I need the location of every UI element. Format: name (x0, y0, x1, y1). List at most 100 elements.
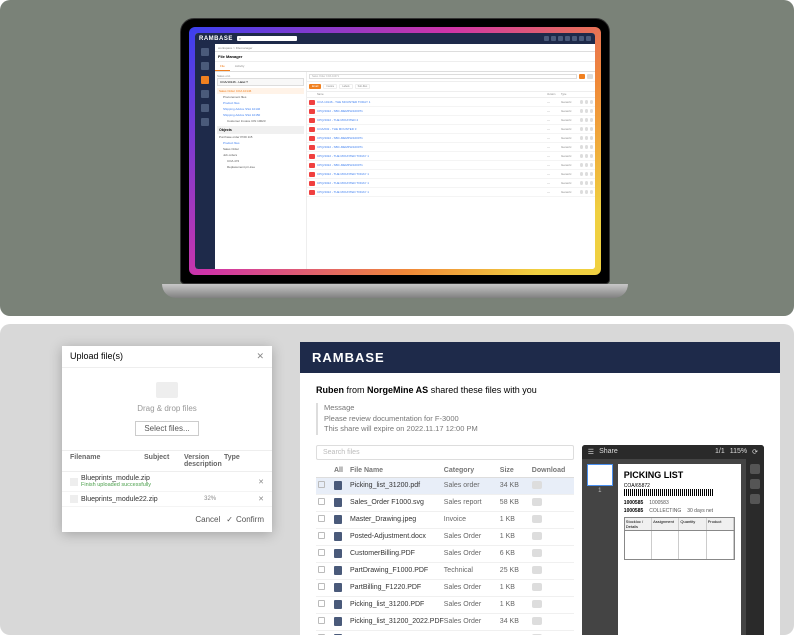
action-icon[interactable] (585, 145, 589, 149)
action-icon[interactable] (585, 163, 589, 167)
nav-boxes-icon[interactable] (201, 90, 209, 98)
file-row[interactable]: CPQ/4322 - SBC-MEMPH/100071—Generic (307, 107, 595, 116)
action-icon[interactable] (585, 154, 589, 158)
action-icon[interactable] (580, 145, 584, 149)
nav-find-icon[interactable] (201, 48, 209, 56)
object-item[interactable]: Replacement pri-tree (217, 164, 304, 170)
file-row[interactable]: CPQ/4322 - THE MOUNTED TODAY 1—Generic (307, 170, 595, 179)
action-icon[interactable] (585, 109, 589, 113)
file-row[interactable]: CPQ/4322 - THE MOUNTED TODAY 1—Generic (307, 188, 595, 197)
action-icon[interactable] (590, 118, 594, 122)
tab-file[interactable]: File (215, 62, 230, 71)
action-icon[interactable] (585, 100, 589, 104)
confirm-button[interactable]: ✓ Confirm (226, 515, 264, 524)
col-version[interactable]: Version (547, 93, 561, 96)
file-row[interactable]: COA/032 - THE MOUNTED 3—Generic (307, 125, 595, 134)
remove-icon[interactable]: ✕ (258, 478, 264, 486)
close-icon[interactable]: ✕ (256, 351, 264, 362)
action-icon[interactable] (590, 163, 594, 167)
col-category[interactable]: Category (444, 467, 500, 474)
action-icon[interactable] (590, 145, 594, 149)
download-icon[interactable] (532, 532, 542, 540)
checkbox[interactable] (318, 498, 325, 505)
download-icon[interactable] (532, 617, 542, 625)
download-icon[interactable] (750, 464, 760, 474)
action-icon[interactable] (580, 127, 584, 131)
share-file-row[interactable]: Picking_list_31200_2022.PDFSales Order34… (316, 614, 574, 631)
checkbox[interactable] (318, 566, 325, 573)
tree-object-select[interactable]: COA/10146 - Hatel T (217, 78, 304, 86)
action-icon[interactable] (585, 172, 589, 176)
checkbox[interactable] (318, 549, 325, 556)
chip-sub-files[interactable]: Sub-files (355, 84, 371, 89)
checkbox[interactable] (318, 481, 325, 488)
action-icon[interactable] (585, 136, 589, 140)
action-icon[interactable] (580, 118, 584, 122)
download-icon[interactable] (532, 481, 542, 489)
action-icon[interactable] (590, 109, 594, 113)
tree-item[interactable]: Customer Invoice CIN 10023 (217, 118, 304, 124)
file-row[interactable]: CPQ/4322 - THE MOUNTED TODAY 1—Generic (307, 152, 595, 161)
print-icon[interactable] (750, 479, 760, 489)
action-icon[interactable] (580, 109, 584, 113)
header-icon[interactable] (551, 36, 556, 41)
action-icon[interactable] (590, 181, 594, 185)
download-icon[interactable] (532, 600, 542, 608)
action-icon[interactable] (580, 100, 584, 104)
chip-labels[interactable]: Labels (339, 84, 352, 89)
tab-activity[interactable]: Activity (230, 62, 250, 71)
share-file-row[interactable]: Master_Drawing.jpegInvoice1 KB (316, 512, 574, 529)
action-icon[interactable] (580, 136, 584, 140)
col-filename[interactable]: File Name (350, 467, 444, 474)
global-search[interactable]: ⌕ (237, 36, 297, 41)
file-row[interactable]: COA 10146 - THE MOUNTED TODAY 1—Generic (307, 98, 595, 107)
action-icon[interactable] (580, 154, 584, 158)
action-icon[interactable] (590, 100, 594, 104)
share-file-row[interactable]: Picking_list_31200.pdfSales order34 KB (316, 478, 574, 495)
share-file-row[interactable]: ShippingAdvice_F1000.PDFSales Order1 KB (316, 631, 574, 635)
file-row[interactable]: CPQ/4322 - SBC-MEMPH/100071—Generic (307, 143, 595, 152)
action-icon[interactable] (590, 127, 594, 131)
col-name[interactable]: Name (317, 93, 547, 96)
header-icon[interactable] (579, 36, 584, 41)
share-file-row[interactable]: Picking_list_31200.PDFSales Order1 KB (316, 597, 574, 614)
file-row[interactable]: CPQ/4322 - SBC-MEMPH/100071—Generic (307, 161, 595, 170)
nav-cart-icon[interactable] (201, 62, 209, 70)
header-icon[interactable] (558, 36, 563, 41)
action-icon[interactable] (590, 154, 594, 158)
col-all[interactable]: All (334, 467, 350, 474)
checkbox[interactable] (318, 583, 325, 590)
checkbox[interactable] (318, 515, 325, 522)
share-search-input[interactable]: Search files (316, 445, 574, 460)
filter-button[interactable] (579, 74, 585, 79)
action-icon[interactable] (585, 181, 589, 185)
nav-tools-icon[interactable] (201, 118, 209, 126)
download-icon[interactable] (532, 549, 542, 557)
share-file-row[interactable]: Sales_Order F1000.svgSales report58 KB (316, 495, 574, 512)
download-icon[interactable] (532, 566, 542, 574)
page-thumbnail[interactable] (587, 464, 613, 486)
checkbox[interactable] (318, 600, 325, 607)
drop-zone[interactable]: Drag & drop files Select files... (62, 368, 272, 450)
nav-settings-icon[interactable] (201, 104, 209, 112)
download-icon[interactable] (532, 498, 542, 506)
download-icon[interactable] (532, 515, 542, 523)
share-label[interactable]: Share (599, 448, 618, 455)
file-row[interactable]: CPQ/4322 - SBC-MEMPH/100071—Generic (307, 134, 595, 143)
more-icon[interactable] (750, 494, 760, 504)
action-icon[interactable] (585, 118, 589, 122)
nav-files-icon[interactable] (201, 76, 209, 84)
action-icon[interactable] (580, 163, 584, 167)
action-icon[interactable] (585, 127, 589, 131)
header-icon[interactable] (565, 36, 570, 41)
cancel-button[interactable]: Cancel (195, 515, 220, 524)
col-type[interactable]: Type (561, 93, 575, 96)
download-icon[interactable] (532, 583, 542, 591)
action-icon[interactable] (580, 190, 584, 194)
share-file-row[interactable]: Posted-Adjustment.docxSales Order1 KB (316, 529, 574, 546)
share-file-row[interactable]: PartDrawing_F1000.PDFTechnical25 KB (316, 563, 574, 580)
checkbox[interactable] (318, 617, 325, 624)
header-icon[interactable] (544, 36, 549, 41)
checkbox[interactable] (318, 532, 325, 539)
share-file-row[interactable]: PartBilling_F1220.PDFSales Order1 KB (316, 580, 574, 597)
